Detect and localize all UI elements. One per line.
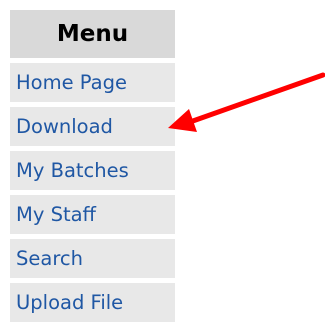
sidebar-menu: Menu Home Page Download My Batches My St…	[10, 10, 175, 322]
menu-item-label[interactable]: Download	[16, 115, 113, 138]
menu-item-search[interactable]: Search	[10, 239, 175, 278]
menu-item-my-batches[interactable]: My Batches	[10, 151, 175, 190]
menu-item-my-staff[interactable]: My Staff	[10, 195, 175, 234]
menu-item-upload-file[interactable]: Upload File	[10, 283, 175, 322]
arrow-shaft	[187, 72, 325, 125]
menu-item-label[interactable]: Home Page	[16, 71, 127, 94]
menu-title: Menu	[10, 10, 175, 58]
menu-item-label[interactable]: My Staff	[16, 203, 96, 226]
menu-item-label[interactable]: Upload File	[16, 291, 123, 314]
menu-item-home-page[interactable]: Home Page	[10, 63, 175, 102]
menu-item-download[interactable]: Download	[10, 107, 175, 146]
menu-item-label[interactable]: Search	[16, 247, 83, 270]
menu-item-label[interactable]: My Batches	[16, 159, 129, 182]
